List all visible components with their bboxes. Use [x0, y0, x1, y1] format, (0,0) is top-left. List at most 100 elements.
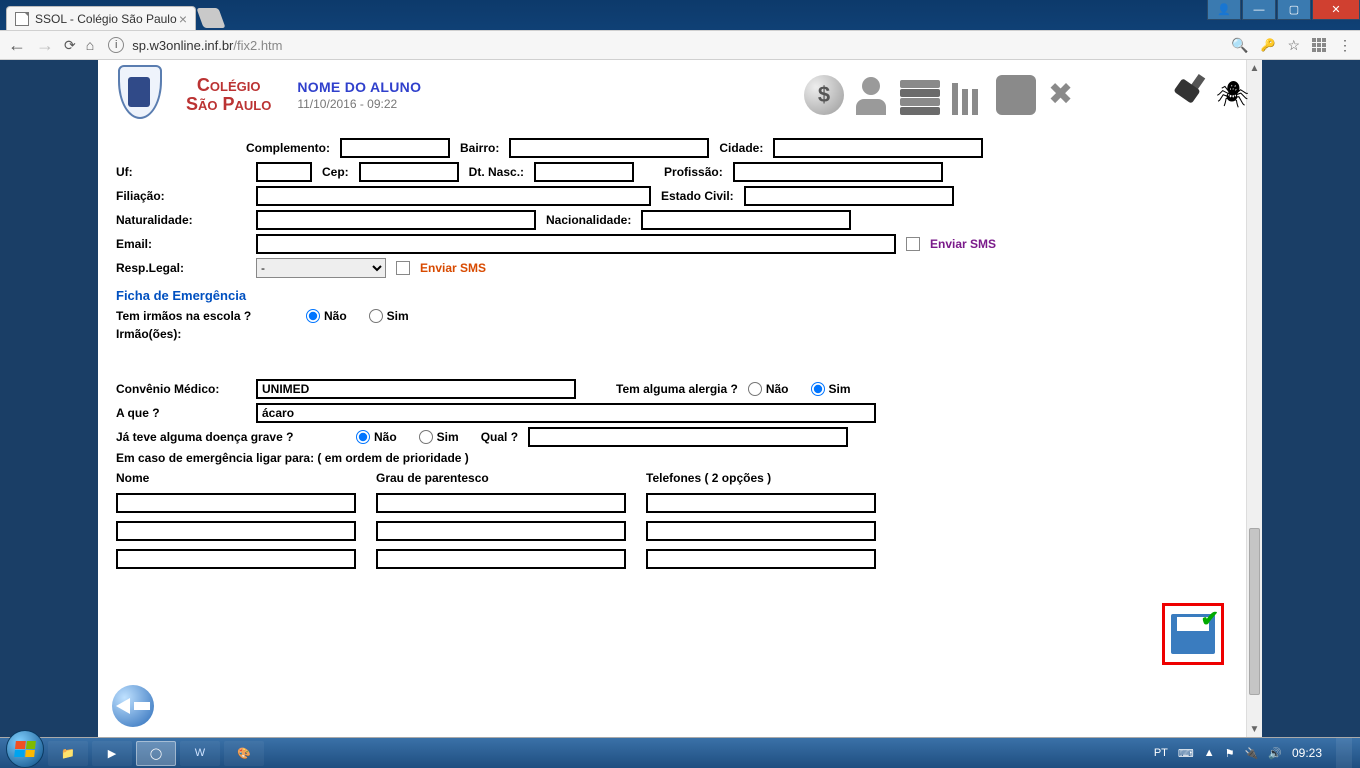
- tab-close-icon[interactable]: ×: [179, 12, 187, 26]
- tray-keyboard-icon[interactable]: ⌨: [1178, 747, 1194, 760]
- col-nome-header: Nome: [116, 471, 356, 485]
- taskbar-word-icon[interactable]: W: [180, 741, 220, 766]
- contact2-tel-input[interactable]: [646, 521, 876, 541]
- new-tab-button[interactable]: [196, 8, 225, 28]
- convenio-label: Convênio Médico:: [116, 382, 246, 396]
- sim-label-2: Sim: [829, 382, 851, 396]
- naturalidade-input[interactable]: [256, 210, 536, 230]
- scroll-track[interactable]: [1247, 76, 1262, 721]
- key-icon[interactable]: 🔑: [1260, 38, 1275, 52]
- school-brand: Colégio São Paulo: [186, 76, 271, 114]
- alergia-sim-radio[interactable]: Sim: [811, 382, 851, 396]
- uf-label: Uf:: [116, 165, 246, 179]
- chrome-menu-icon[interactable]: ⋮: [1338, 37, 1352, 54]
- reload-button[interactable]: ⟳: [64, 37, 76, 54]
- taskbar-chrome-icon[interactable]: ◯: [136, 741, 176, 766]
- tray-volume-icon[interactable]: 🔊: [1268, 747, 1282, 760]
- bookmark-star-icon[interactable]: ☆: [1287, 37, 1300, 54]
- nao-label-2: Não: [766, 382, 789, 396]
- right-gutter: [1262, 60, 1360, 737]
- convenio-input[interactable]: [256, 379, 576, 399]
- contact3-grau-input[interactable]: [376, 549, 626, 569]
- cep-input[interactable]: [359, 162, 459, 182]
- spider-icon[interactable]: [1210, 75, 1250, 115]
- person-icon[interactable]: [852, 75, 892, 115]
- save-button[interactable]: [1171, 614, 1215, 654]
- irmaos-sim-radio[interactable]: Sim: [369, 309, 409, 323]
- complemento-input[interactable]: [340, 138, 450, 158]
- email-input[interactable]: [256, 234, 896, 254]
- page-timestamp: 11/10/2016 - 09:22: [297, 97, 421, 111]
- estadocivil-input[interactable]: [744, 186, 954, 206]
- qual-input[interactable]: [528, 427, 848, 447]
- url-path: /fix2.htm: [233, 38, 282, 53]
- cidade-input[interactable]: [773, 138, 983, 158]
- cep-label: Cep:: [322, 165, 349, 179]
- email-label: Email:: [116, 237, 246, 251]
- irmaos-nao-radio[interactable]: Não: [306, 309, 347, 323]
- show-desktop-button[interactable]: [1336, 738, 1352, 768]
- dtnasc-input[interactable]: [534, 162, 634, 182]
- finance-icon[interactable]: [804, 75, 844, 115]
- doenca-nao-radio[interactable]: Não: [356, 430, 397, 444]
- site-info-icon[interactable]: i: [108, 37, 124, 53]
- nacionalidade-input[interactable]: [641, 210, 851, 230]
- profissao-input[interactable]: [733, 162, 943, 182]
- contact2-grau-input[interactable]: [376, 521, 626, 541]
- resplegal-select[interactable]: -: [256, 258, 386, 278]
- scroll-thumb[interactable]: [1249, 528, 1260, 696]
- taskbar-media-icon[interactable]: ▶: [92, 741, 132, 766]
- tray-up-icon[interactable]: ▲: [1204, 747, 1215, 759]
- tools-icon[interactable]: [1044, 75, 1084, 115]
- engine-icon[interactable]: [996, 75, 1036, 115]
- books-icon[interactable]: [900, 75, 940, 115]
- irmaoes-label: Irmão(ões):: [116, 327, 181, 341]
- contact1-tel-input[interactable]: [646, 493, 876, 513]
- doenca-sim-radio[interactable]: Sim: [419, 430, 459, 444]
- contact1-nome-input[interactable]: [116, 493, 356, 513]
- uf-input[interactable]: [256, 162, 312, 182]
- nao-label-3: Não: [374, 430, 397, 444]
- scroll-up-button[interactable]: ▲: [1247, 60, 1262, 76]
- address-bar[interactable]: i sp.w3online.inf.br/fix2.htm: [104, 37, 1221, 53]
- tray-clock[interactable]: 09:23: [1292, 746, 1322, 760]
- brand-line1: Colégio: [186, 76, 271, 95]
- alergia-nao-radio[interactable]: Não: [748, 382, 789, 396]
- filiacao-input[interactable]: [256, 186, 651, 206]
- aque-input[interactable]: [256, 403, 876, 423]
- left-gutter: [0, 60, 98, 737]
- bairro-label: Bairro:: [460, 141, 499, 155]
- contact1-grau-input[interactable]: [376, 493, 626, 513]
- enviar-sms-resp-checkbox[interactable]: [396, 261, 410, 275]
- taskbar-paint-icon[interactable]: 🎨: [224, 741, 264, 766]
- browser-tab[interactable]: SSOL - Colégio São Paulo ×: [6, 6, 196, 30]
- tray-flag-icon[interactable]: ⚑: [1225, 747, 1235, 760]
- contact3-nome-input[interactable]: [116, 549, 356, 569]
- sim-label: Sim: [387, 309, 409, 323]
- contact3-tel-input[interactable]: [646, 549, 876, 569]
- usb-icon[interactable]: [1162, 75, 1202, 115]
- scroll-down-button[interactable]: ▼: [1247, 721, 1262, 737]
- dtnasc-label: Dt. Nasc.:: [469, 165, 524, 179]
- apps-grid-icon[interactable]: [1312, 38, 1326, 52]
- enviar-sms-email-checkbox[interactable]: [906, 237, 920, 251]
- nav-back-button[interactable]: ←: [8, 35, 26, 56]
- estadocivil-label: Estado Civil:: [661, 189, 734, 203]
- page-scrollbar[interactable]: ▲ ▼: [1246, 60, 1262, 737]
- contact2-nome-input[interactable]: [116, 521, 356, 541]
- bairro-input[interactable]: [509, 138, 709, 158]
- save-button-highlight: [1162, 603, 1224, 665]
- pencils-icon[interactable]: [948, 75, 988, 115]
- emerg-ligar-label: Em caso de emergência ligar para: ( em o…: [116, 451, 469, 465]
- tray-power-icon[interactable]: 🔌: [1245, 747, 1259, 760]
- complemento-label: Complemento:: [246, 141, 330, 155]
- doenca-question: Já teve alguma doença grave ?: [116, 430, 346, 444]
- filiacao-label: Filiação:: [116, 189, 246, 203]
- taskbar-explorer-icon[interactable]: 📁: [48, 741, 88, 766]
- tray-language[interactable]: PT: [1154, 747, 1168, 759]
- zoom-icon[interactable]: 🔍: [1231, 37, 1248, 54]
- start-button[interactable]: [6, 730, 44, 768]
- student-name: NOME DO ALUNO: [297, 79, 421, 95]
- page-back-button[interactable]: [112, 685, 154, 727]
- home-button[interactable]: ⌂: [86, 37, 94, 53]
